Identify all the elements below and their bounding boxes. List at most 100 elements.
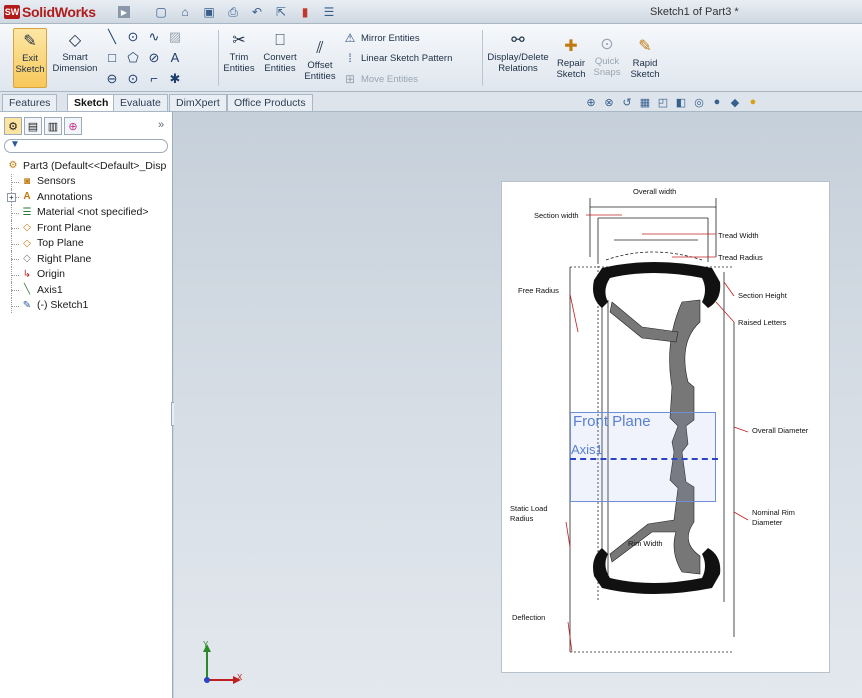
offset-icon: ⫽ <box>316 39 324 57</box>
previous-view-icon[interactable]: ↺ <box>620 95 634 109</box>
label-overall-width: Overall width <box>633 187 677 196</box>
sketch-tools-row-1: ╲ ⊙ ∿ ▨ <box>104 29 183 45</box>
label-rim-width: Rim Width <box>628 539 663 548</box>
property-manager-tab-icon[interactable]: ▤ <box>24 117 42 135</box>
tree-item-material[interactable]: ☰ Material <not specified> <box>6 204 172 221</box>
convert-label-2: Entities <box>264 63 296 74</box>
smart-dimension-button[interactable]: ◇ Smart Dimension <box>52 30 98 74</box>
tab-evaluate[interactable]: Evaluate <box>113 94 168 111</box>
quick-snaps-button[interactable]: ⊙ Quick Snaps <box>592 34 622 78</box>
convert-entities-button[interactable]: ⎕ Convert Entities <box>260 30 300 74</box>
relations-label-1: Display/Delete <box>487 52 549 63</box>
smart-dimension-label-2: Dimension <box>52 63 98 74</box>
filter-icon: ▼ <box>10 139 20 150</box>
display-delete-relations-button[interactable]: ⚯ Display/Delete Relations <box>486 30 550 74</box>
feature-manager-panel: ⚙ ▤ ▥ ⊕ » ▼ ⚙ Part3 (Default<<Default>_D… <box>0 112 173 698</box>
label-deflection: Deflection <box>512 613 546 622</box>
view-orientation-icon[interactable]: ◰ <box>656 95 670 109</box>
tree-item-front-plane[interactable]: ◇ Front Plane <box>6 220 172 236</box>
hide-show-icon[interactable]: ◎ <box>692 95 706 109</box>
rapid-sketch-button[interactable]: ✎ Rapid Sketch <box>628 36 662 80</box>
spline-icon[interactable]: ∿ <box>146 29 162 45</box>
exit-sketch-button[interactable]: ✎ Exit Sketch <box>13 28 47 88</box>
repair-label-1: Repair <box>557 58 585 69</box>
title-bar: SW SolidWorks ▶ ▢ ⌂ ▣ ⎙ ↶ ⇱ ▮ ☰ Sketch1 … <box>0 0 862 24</box>
new-icon[interactable]: ▢ <box>152 4 170 20</box>
open-icon[interactable]: ⌂ <box>176 4 194 20</box>
tab-dimxpert[interactable]: DimXpert <box>169 94 227 111</box>
plane-sketch-icon[interactable]: ▨ <box>167 29 183 45</box>
expand-panel-icon[interactable]: » <box>158 119 164 131</box>
panel-tabs: ⚙ ▤ ▥ ⊕ <box>4 117 82 135</box>
convert-icon: ⎕ <box>275 31 285 49</box>
point-icon[interactable]: ⊙ <box>125 71 141 87</box>
trim-label-1: Trim <box>229 52 249 63</box>
tree-item-sensors[interactable]: ◙ Sensors <box>6 173 172 190</box>
section-view-icon[interactable]: ▦ <box>638 95 652 109</box>
mirror-entities-button[interactable]: ⚠ Mirror Entities <box>343 31 420 45</box>
solidworks-logo[interactable]: SW SolidWorks <box>4 3 116 21</box>
move-icon: ⊞ <box>344 72 356 86</box>
rapid-label-2: Sketch <box>630 69 660 80</box>
label-free-radius: Free Radius <box>518 286 559 295</box>
rebuild-icon[interactable]: ▮ <box>296 4 314 20</box>
tree-item-axis1[interactable]: ╲ Axis1 <box>6 282 172 298</box>
tree-filter-input[interactable]: ▼ <box>4 139 168 153</box>
print-icon[interactable]: ⎙ <box>224 4 242 20</box>
plane-icon: ◇ <box>23 253 31 265</box>
select-icon[interactable]: ⇱ <box>272 4 290 20</box>
tree-item-label: Front Plane <box>37 221 92 234</box>
tree-item-sketch1[interactable]: ✎ (-) Sketch1 <box>6 297 172 314</box>
expand-icon[interactable]: + <box>7 193 16 202</box>
relations-label-2: Relations <box>498 63 538 74</box>
tree-item-label: Top Plane <box>37 237 84 250</box>
polygon-icon[interactable]: ⬠ <box>125 50 141 66</box>
axis1-line[interactable] <box>570 458 718 460</box>
tree-item-label: Sensors <box>37 175 76 188</box>
slot-icon[interactable]: ⊖ <box>104 71 120 87</box>
appearance-icon[interactable]: ● <box>710 95 724 109</box>
move-entities-button[interactable]: ⊞ Move Entities <box>343 72 418 86</box>
label-section-height: Section Height <box>738 291 787 300</box>
save-icon[interactable]: ▣ <box>200 4 218 20</box>
tree-root-part[interactable]: ⚙ Part3 (Default<<Default>_Disp <box>6 158 172 174</box>
tab-office-products[interactable]: Office Products <box>227 94 313 111</box>
zoom-area-icon[interactable]: ⊗ <box>602 95 616 109</box>
text-icon[interactable]: A <box>167 50 183 66</box>
menu-arrow-icon[interactable]: ▶ <box>118 6 130 18</box>
part-icon: ⚙ <box>8 160 18 172</box>
display-style-icon[interactable]: ◧ <box>674 95 688 109</box>
label-static-load-radius: Radius <box>510 514 534 523</box>
origin-icon: ↳ <box>22 268 32 280</box>
trim-entities-button[interactable]: ✂ Trim Entities <box>222 30 256 74</box>
ellipse-icon[interactable]: ⊘ <box>146 50 162 66</box>
circle-icon[interactable]: ⊙ <box>125 29 141 45</box>
repair-sketch-button[interactable]: ✚ Repair Sketch <box>554 36 588 80</box>
zoom-to-fit-icon[interactable]: ⊕ <box>584 95 598 109</box>
trim-icon: ✂ <box>232 31 246 49</box>
rectangle-icon[interactable]: □ <box>104 50 120 66</box>
quick-snaps-label-1: Quick <box>594 56 620 67</box>
rapid-label-1: Rapid <box>632 58 658 69</box>
centerline-icon[interactable]: ✱ <box>167 71 183 87</box>
tree-item-origin[interactable]: ↳ Origin <box>6 266 172 283</box>
view-settings-icon[interactable]: ● <box>746 95 760 109</box>
undo-icon[interactable]: ↶ <box>248 4 266 20</box>
tab-sketch[interactable]: Sketch <box>67 94 116 111</box>
label-nominal-rim-diameter: Diameter <box>752 518 783 527</box>
tree-item-top-plane[interactable]: ◇ Top Plane <box>6 235 172 252</box>
tree-item-annotations[interactable]: + A Annotations <box>6 189 172 205</box>
options-icon[interactable]: ☰ <box>320 4 338 20</box>
configuration-manager-tab-icon[interactable]: ▥ <box>44 117 62 135</box>
offset-entities-button[interactable]: ⫽ Offset Entities <box>302 38 338 82</box>
feature-manager-tab-icon[interactable]: ⚙ <box>4 117 22 135</box>
linear-pattern-button[interactable]: ⁞ Linear Sketch Pattern <box>343 51 452 65</box>
fillet-icon[interactable]: ⌐ <box>146 71 162 87</box>
tree-item-label: Right Plane <box>37 252 92 265</box>
plane-icon: ◇ <box>23 222 31 234</box>
dimxpert-manager-tab-icon[interactable]: ⊕ <box>64 117 82 135</box>
line-icon[interactable]: ╲ <box>104 29 120 45</box>
tab-features[interactable]: Features <box>2 94 58 111</box>
scene-icon[interactable]: ◆ <box>728 95 742 109</box>
tree-item-right-plane[interactable]: ◇ Right Plane <box>6 251 172 267</box>
